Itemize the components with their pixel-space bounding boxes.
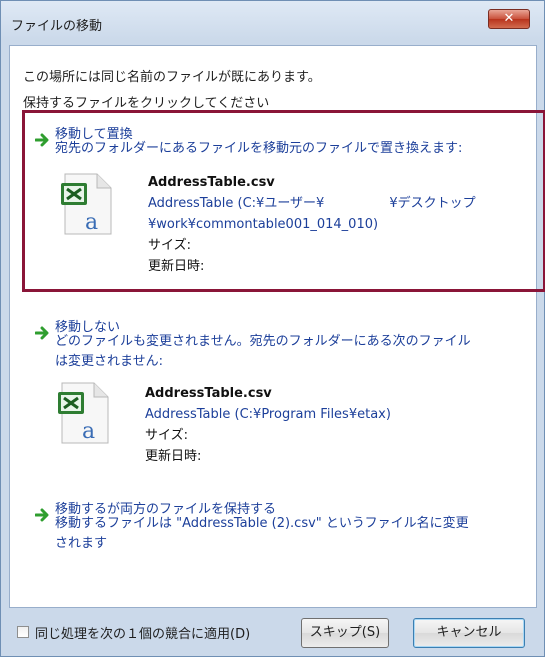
instruction-text: 保持するファイルをクリックしてください bbox=[23, 96, 270, 111]
apply-to-all-label[interactable]: 同じ処理を次の１個の競合に適用(D) bbox=[35, 623, 250, 642]
close-icon: ✕ bbox=[503, 11, 515, 26]
option-move-and-replace[interactable]: 移動して置換 宛先のフォルダーにあるファイルを移動元のファイルで置き換えます: … bbox=[22, 110, 545, 292]
file-modified-label: 更新日時: bbox=[145, 449, 202, 464]
conflict-message: この場所には同じ名前のファイルが既にあります。 bbox=[23, 70, 321, 85]
excel-csv-file-icon: a bbox=[56, 380, 112, 446]
dialog-footer: 同じ処理を次の１個の競合に適用(D) スキップ(S) キャンセル bbox=[1, 608, 544, 658]
option-description-line-2: されます bbox=[55, 536, 108, 551]
file-path-line-2: ¥work¥commontable001_014_010) bbox=[148, 217, 379, 232]
option-move-keep-both[interactable]: 移動するが両方のファイルを保持する 移動するファイルは "AddressTabl… bbox=[25, 492, 545, 576]
svg-text:a: a bbox=[82, 419, 95, 444]
file-path-line-1: AddressTable (C:¥ユーザー¥ ¥デスクトップ bbox=[148, 196, 476, 211]
file-size-label: サイズ: bbox=[148, 238, 191, 253]
dialog-content: この場所には同じ名前のファイルが既にあります。 保持するファイルをクリックしてく… bbox=[9, 45, 545, 608]
svg-text:a: a bbox=[85, 210, 98, 235]
title-bar[interactable]: ファイルの移動 ✕ bbox=[1, 1, 544, 45]
file-name: AddressTable.csv bbox=[145, 386, 272, 401]
cancel-button[interactable]: キャンセル bbox=[413, 618, 525, 648]
green-arrow-icon bbox=[35, 508, 51, 522]
option-description-line-2: は変更されません: bbox=[55, 354, 163, 369]
green-arrow-icon bbox=[35, 133, 51, 147]
option-description: 宛先のフォルダーにあるファイルを移動元のファイルで置き換えます: bbox=[55, 141, 463, 156]
apply-to-all-checkbox[interactable] bbox=[17, 626, 29, 638]
option-description-line-1: 移動するファイルは "AddressTable (2).csv" というファイル… bbox=[55, 516, 469, 531]
green-arrow-icon bbox=[35, 326, 51, 340]
file-name: AddressTable.csv bbox=[148, 175, 275, 190]
dialog-window: ファイルの移動 ✕ この場所には同じ名前のファイルが既にあります。 保持するファ… bbox=[0, 0, 545, 657]
file-path-line-1: AddressTable (C:¥Program Files¥etax) bbox=[145, 407, 391, 422]
file-modified-label: 更新日時: bbox=[148, 259, 205, 274]
skip-button[interactable]: スキップ(S) bbox=[301, 618, 389, 648]
excel-csv-file-icon: a bbox=[59, 171, 115, 237]
window-title: ファイルの移動 bbox=[11, 19, 103, 34]
file-size-label: サイズ: bbox=[145, 428, 188, 443]
option-do-not-move[interactable]: 移動しない どのファイルも変更されません。宛先のフォルダーにある次のファイル は… bbox=[25, 314, 545, 474]
option-description-line-1: どのファイルも変更されません。宛先のフォルダーにある次のファイル bbox=[55, 334, 471, 349]
close-button[interactable]: ✕ bbox=[488, 9, 530, 29]
